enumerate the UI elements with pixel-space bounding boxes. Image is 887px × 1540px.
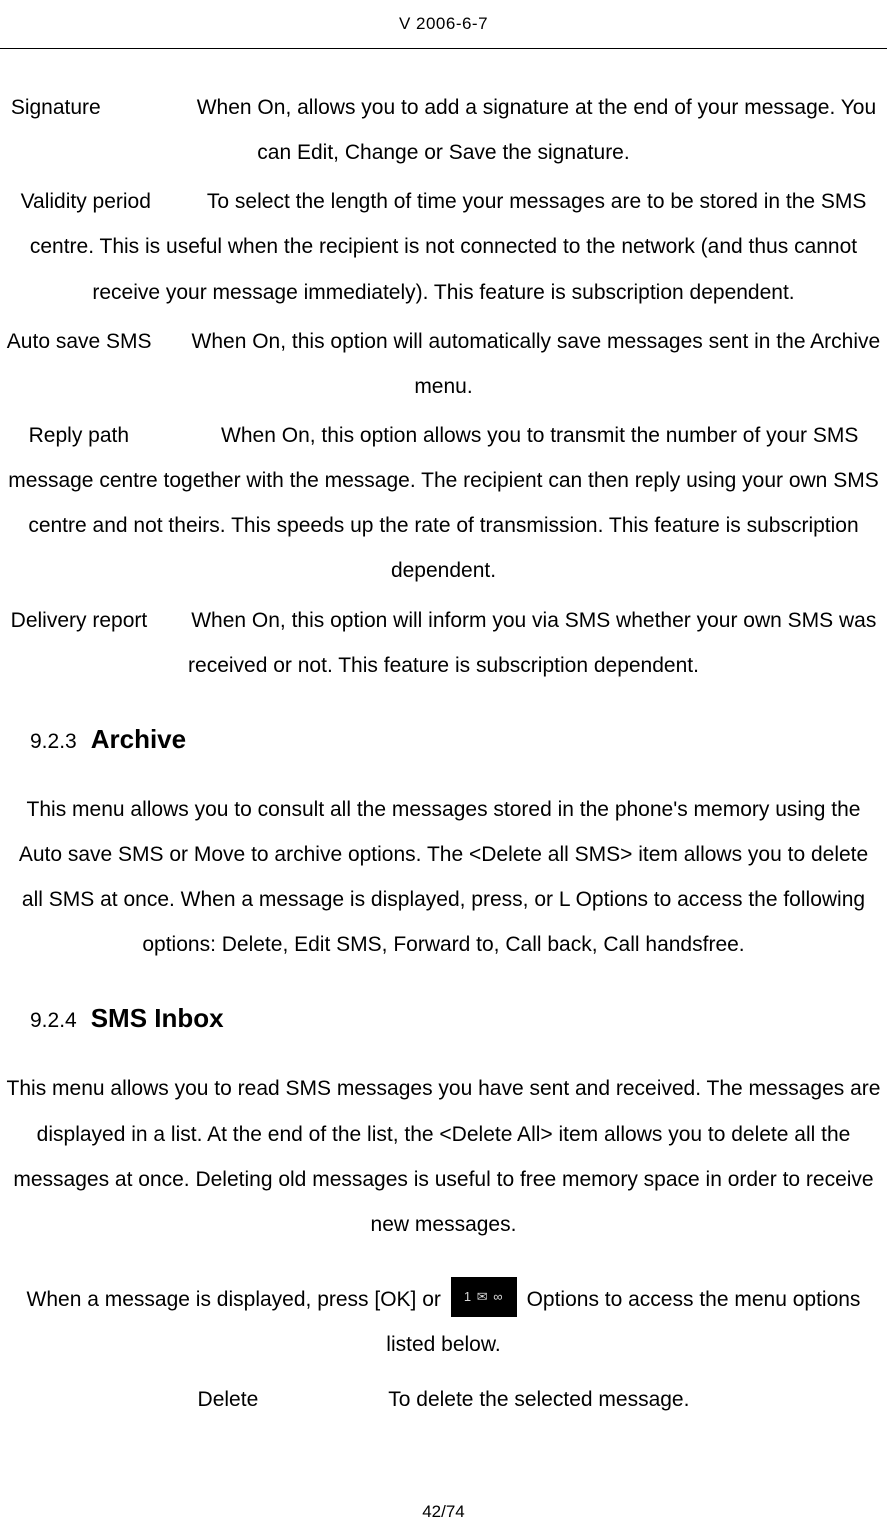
def-text: When On, allows you to add a signature a… [197,96,876,164]
voicemail-key-icon: 1 ✉ ∞ [451,1277,517,1317]
def-delete: Delete To delete the selected message. [6,1377,881,1422]
archive-paragraph: This menu allows you to consult all the … [6,787,881,968]
doc-version: V 2006-6-7 [0,0,887,48]
smsinbox-paragraph-2: When a message is displayed, press [OK] … [6,1277,881,1367]
def-label: Validity period [21,190,151,213]
def-label: Signature [11,96,101,119]
def-validity-period: Validity periodTo select the length of t… [6,179,881,314]
def-text: To delete the selected message. [388,1388,689,1411]
def-label: Delivery report [11,609,148,632]
def-delivery-report: Delivery report When On, this option will… [6,598,881,688]
def-label: Reply path [29,424,129,447]
def-reply-path: Reply pathWhen On, this option allows yo… [6,413,881,594]
definition-list: Signature When On, allows you to add a si… [6,85,881,688]
smsinbox-paragraph-1: This menu allows you to read SMS message… [6,1066,881,1247]
def-text: When On, this option will automatically … [192,330,881,398]
def-text: When On, this option will inform you via… [188,609,876,677]
def-auto-save-sms: Auto save SMS When On, this option will a… [6,319,881,409]
def-label: Auto save SMS [7,330,152,353]
header-divider [0,48,887,49]
def-text: To select the length of time your messag… [30,190,867,303]
heading-number: 9.2.3 [30,730,77,754]
heading-archive: 9.2.3 Archive [6,724,881,755]
heading-title: Archive [91,724,186,755]
heading-number: 9.2.4 [30,1009,77,1033]
page-number: 42/74 [0,1502,887,1522]
def-signature: Signature When On, allows you to add a si… [6,85,881,175]
text-pre: When a message is displayed, press [OK] … [27,1288,447,1311]
heading-sms-inbox: 9.2.4 SMS Inbox [6,1003,881,1034]
heading-title: SMS Inbox [91,1003,224,1034]
def-label: Delete [198,1388,259,1411]
def-text: When On, this option allows you to trans… [8,424,878,582]
